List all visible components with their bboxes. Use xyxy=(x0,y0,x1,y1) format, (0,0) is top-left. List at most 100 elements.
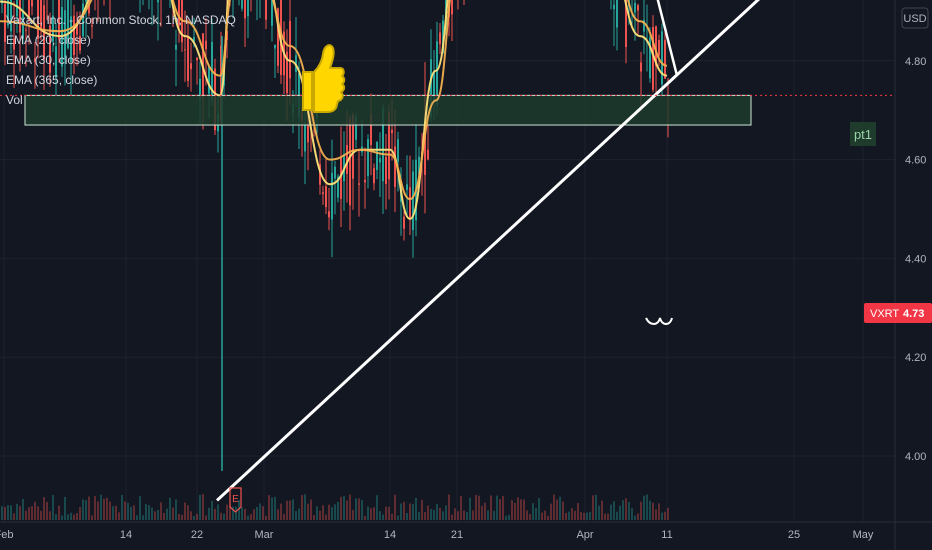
volume-bar xyxy=(538,498,540,520)
volume-bar xyxy=(79,507,81,520)
volume-bar xyxy=(415,497,417,520)
volume-bar xyxy=(181,514,183,520)
volume-bar xyxy=(343,496,345,520)
volume-bar xyxy=(349,494,351,520)
price-tag-symbol: VXRT xyxy=(870,308,899,320)
volume-bar xyxy=(631,508,633,520)
volume-bar xyxy=(607,513,609,520)
candle-body xyxy=(376,141,378,171)
volume-bar xyxy=(553,494,555,520)
volume-bar xyxy=(460,496,462,520)
volume-bar xyxy=(145,504,147,520)
volume-bar xyxy=(451,514,453,520)
x-tick-label: 22 xyxy=(191,529,203,541)
x-tick-label: 14 xyxy=(120,529,132,541)
candle-body xyxy=(373,168,375,184)
volume-bar xyxy=(211,501,213,520)
legend-ema20[interactable]: EMA (20, close) xyxy=(6,30,236,50)
candle-body xyxy=(664,40,666,79)
volume-bar xyxy=(184,502,186,520)
candle-body xyxy=(157,0,159,3)
candle-body xyxy=(397,139,399,162)
volume-bar xyxy=(379,511,381,520)
volume-bar xyxy=(439,507,441,520)
candle-body xyxy=(391,129,393,134)
y-tick-label: 4.40 xyxy=(905,253,926,265)
time-axis[interactable]: Feb 14 22 Mar 14 21 Apr 11 25 May xyxy=(0,529,874,541)
volume-bar xyxy=(331,507,333,520)
volume-bar xyxy=(637,513,639,520)
volume-bar xyxy=(202,494,204,520)
legend-vol[interactable]: Vol xyxy=(6,90,236,110)
volume-bar xyxy=(109,501,111,520)
volume-bar xyxy=(388,506,390,520)
volume-bar xyxy=(640,501,642,520)
volume-bar xyxy=(82,499,84,520)
volume-bar xyxy=(256,506,258,520)
volume-bar xyxy=(325,514,327,520)
volume-bar xyxy=(649,500,651,520)
volume-bar xyxy=(394,494,396,520)
legend-title[interactable]: Vaxart, Inc. - Common Stock, 1h, NASDAQ xyxy=(6,10,236,30)
volume-bar xyxy=(301,495,303,520)
volume-bar xyxy=(58,505,60,520)
currency-button[interactable]: USD xyxy=(901,7,929,29)
volume-bar xyxy=(19,506,21,520)
candle-body xyxy=(325,186,327,208)
y-tick-label: 4.80 xyxy=(905,56,926,68)
volume-bar xyxy=(532,503,534,520)
volume-bar xyxy=(85,500,87,520)
squiggle-marker xyxy=(645,317,673,325)
volume-bar xyxy=(472,510,474,520)
volume-bar xyxy=(151,507,153,520)
volume-bar xyxy=(484,502,486,520)
x-tick-label: May xyxy=(853,529,874,541)
candle-body xyxy=(334,166,336,179)
volume-bar xyxy=(352,509,354,520)
candle-body xyxy=(241,0,243,9)
candle-body xyxy=(406,184,408,190)
volume-bar xyxy=(643,495,645,520)
volume-bar xyxy=(49,511,51,520)
legend-ema365[interactable]: EMA (365, close) xyxy=(6,70,236,90)
volume-bar xyxy=(475,495,477,520)
volume-bar xyxy=(400,503,402,520)
volume-bar xyxy=(37,506,39,520)
volume-bar xyxy=(535,507,537,520)
volume-bar xyxy=(217,504,219,520)
volume-bar xyxy=(364,515,366,520)
volume-bar xyxy=(469,497,471,520)
volume-bar xyxy=(436,504,438,520)
volume-bar xyxy=(118,512,120,520)
volume-bar xyxy=(433,509,435,520)
volume-bar xyxy=(445,505,447,520)
volume-bar xyxy=(55,514,57,520)
volume-bar xyxy=(628,501,630,520)
volume-bar xyxy=(220,512,222,520)
legend-ema30[interactable]: EMA (30, close) xyxy=(6,50,236,70)
price-tag[interactable]: VXRT 4.73 xyxy=(864,303,932,323)
volume-bar xyxy=(328,504,330,520)
volume-bar xyxy=(454,508,456,520)
volume-bar xyxy=(565,513,567,520)
volume-bar xyxy=(166,508,168,520)
volume-bar xyxy=(199,494,201,520)
volume-bar xyxy=(514,502,516,520)
volume-bar xyxy=(667,507,669,520)
candle-body xyxy=(367,139,369,177)
volume-bar xyxy=(127,502,129,520)
volume-bar xyxy=(505,515,507,520)
volume-bar xyxy=(661,512,663,520)
volume-bar xyxy=(190,511,192,520)
candle-body xyxy=(31,0,33,7)
volume-bar xyxy=(124,501,126,520)
candle-body xyxy=(379,158,381,163)
volume-bar xyxy=(142,515,144,520)
volume-bar xyxy=(313,515,315,520)
x-tick-label: 14 xyxy=(384,529,396,541)
volume-bar xyxy=(334,504,336,520)
volume-bar xyxy=(193,515,195,520)
volume-bar xyxy=(28,507,30,520)
volume-bar xyxy=(16,503,18,520)
volume-bar xyxy=(409,503,411,520)
